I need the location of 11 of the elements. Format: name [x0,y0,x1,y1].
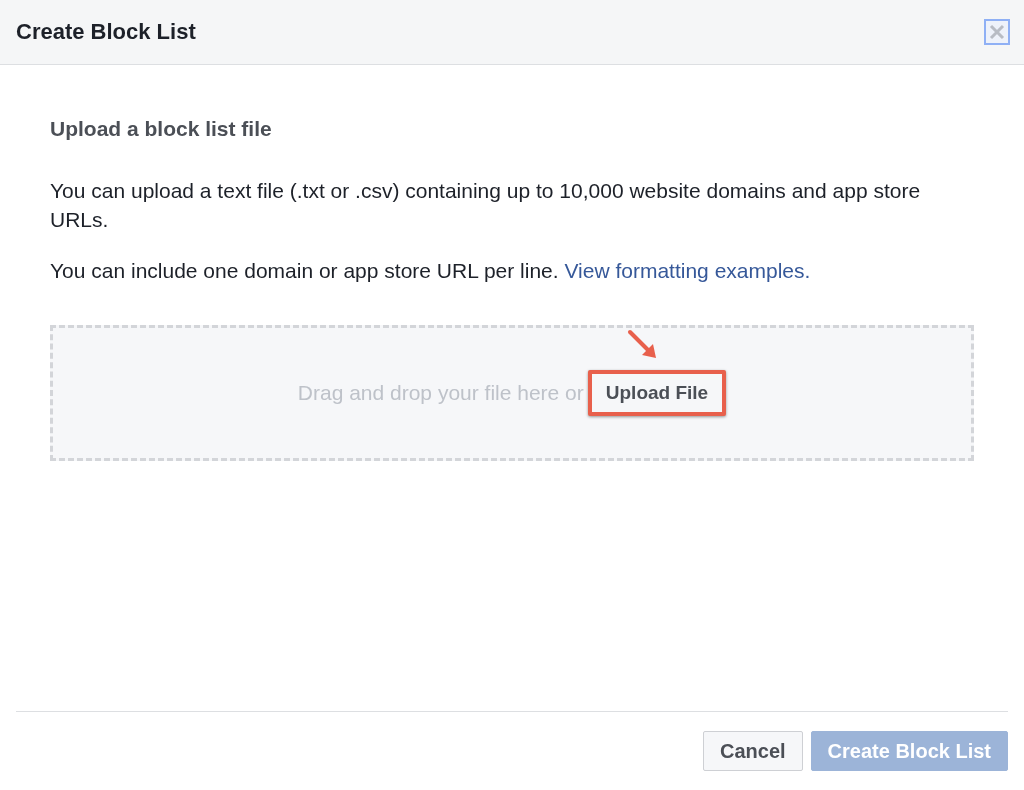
paragraph: You can include one domain or app store URL per line. View formatting examples. [50,258,812,284]
close-button[interactable] [984,19,1010,45]
drop-hint: Drag and drop your file here or [297,381,584,405]
upload-file-button[interactable]: Upload File [587,370,727,416]
cancel-button[interactable]: Cancel [703,731,803,771]
section-heading: Upload a block list file [50,117,273,141]
dialog-title: Create Block List [16,19,196,45]
drop-zone[interactable]: Drag and drop your file here or Upload File [50,325,974,461]
formatting-link[interactable]: View formatting examples. [564,259,811,282]
paragraph: You can upload a text file (.txt or .csv) containing up to 10,000 website domains and app store URLs. [50,178,922,233]
close-icon [988,23,1006,41]
